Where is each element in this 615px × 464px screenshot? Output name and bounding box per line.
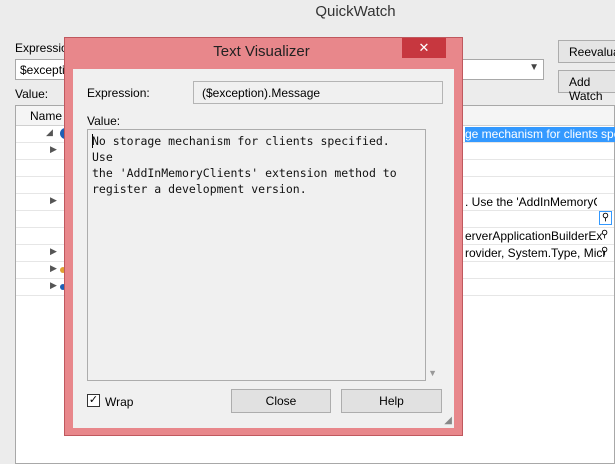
visualizer-expression-label: Expression:	[87, 86, 150, 100]
visualizer-expression-field[interactable]: ($exception).Message	[193, 81, 443, 104]
expand-icon[interactable]: ▶	[50, 263, 57, 274]
quickwatch-titlebar: QuickWatch	[0, 0, 615, 26]
expand-icon[interactable]: ▶	[50, 246, 57, 257]
expand-icon[interactable]: ▶	[50, 195, 57, 206]
row-value: . Use the 'AddInMemoryC	[465, 195, 597, 209]
quickwatch-value-label: Value:	[15, 87, 49, 101]
resize-grip-icon[interactable]: ◢	[444, 415, 452, 426]
close-icon: ✕	[418, 40, 430, 55]
reevaluate-button[interactable]: Reevaluate	[558, 40, 615, 63]
checkmark-icon: ✓	[88, 394, 99, 406]
magnifier-icon[interactable]: ⚲	[601, 246, 608, 257]
collapse-icon[interactable]: ◢	[46, 127, 53, 138]
visualizer-client-area: Expression: ($exception).Message Value: …	[73, 69, 454, 428]
wrap-checkbox[interactable]: ✓	[87, 394, 100, 407]
quickwatch-title: QuickWatch	[315, 3, 396, 20]
add-watch-button[interactable]: Add Watch	[558, 70, 615, 103]
row-value: ge mechanism for clients speci	[465, 127, 615, 142]
help-button[interactable]: Help	[341, 389, 442, 413]
close-button[interactable]: Close	[231, 389, 331, 413]
magnifier-icon[interactable]: ⚲	[599, 211, 612, 225]
visualizer-value-textarea[interactable]: No storage mechanism for clients specifi…	[87, 129, 437, 381]
magnifier-icon[interactable]: ⚲	[601, 229, 608, 240]
scroll-down-icon[interactable]: ▼	[428, 368, 437, 378]
text-visualizer-dialog: Text Visualizer ✕ Expression: ($exceptio…	[64, 37, 463, 436]
visualizer-value-label: Value:	[87, 114, 121, 128]
chevron-down-icon[interactable]: ▼	[529, 62, 539, 73]
name-column-header[interactable]: Name	[30, 109, 62, 123]
expand-icon[interactable]: ▶	[50, 144, 57, 155]
row-value: erverApplicationBuilderEx	[465, 229, 603, 243]
visualizer-value-text: No storage mechanism for clients specifi…	[92, 134, 397, 196]
wrap-label: Wrap	[105, 395, 134, 409]
row-value: rovider, System.Type, Micros	[465, 246, 605, 260]
close-window-button[interactable]: ✕	[402, 38, 446, 58]
expand-icon[interactable]: ▶	[50, 280, 57, 291]
